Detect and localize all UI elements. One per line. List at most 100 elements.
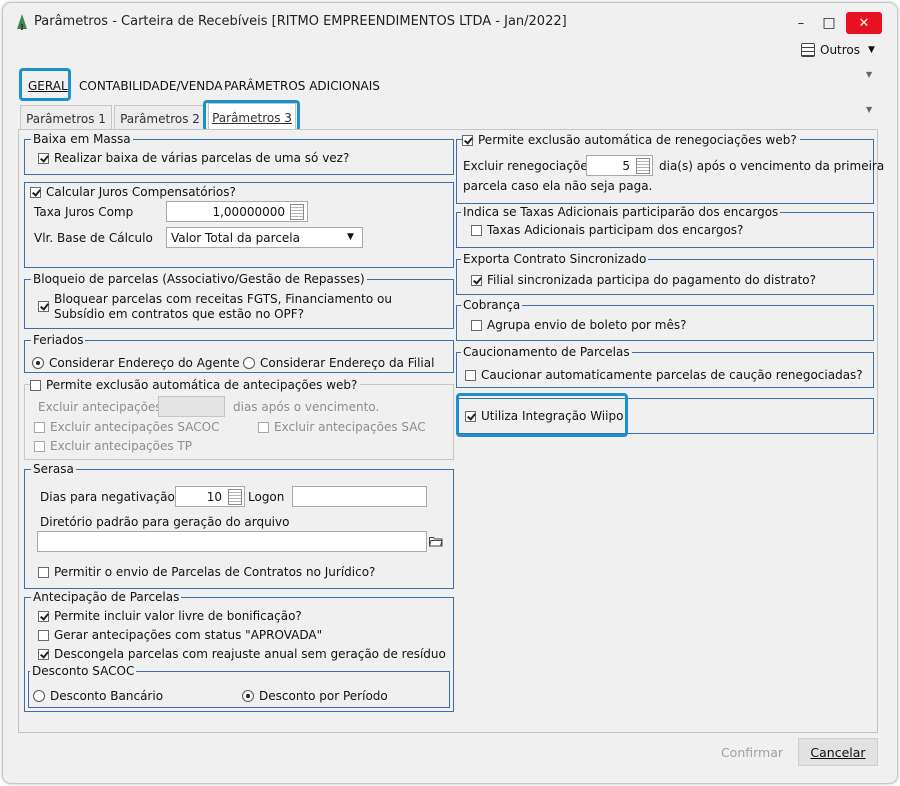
checkbox-label: Agrupa envio de boleto por mês? <box>487 318 687 332</box>
checkbox-label: Realizar baixa de várias parcelas de uma… <box>54 151 350 165</box>
checkbox-status-aprovada[interactable]: Gerar antecipações com status "APROVADA" <box>38 628 322 642</box>
outros-label: Outros <box>820 43 861 57</box>
radio-icon[interactable] <box>243 357 255 369</box>
logon-input[interactable] <box>292 486 427 507</box>
checkbox-icon[interactable] <box>258 421 269 433</box>
label-excluir-antecipacoes: Excluir antecipações <box>38 400 162 414</box>
checkbox-icon[interactable] <box>38 629 49 641</box>
checkbox-label: Taxas Adicionais participam dos encargos… <box>487 223 744 237</box>
checkbox-icon[interactable] <box>471 274 482 286</box>
checkbox-taxas-adicionais[interactable]: Taxas Adicionais participam dos encargos… <box>471 223 743 237</box>
close-button[interactable]: ✕ <box>846 12 882 34</box>
label-dias-apos-vencimento: dia(s) após o vencimento da primeira <box>659 159 885 173</box>
label-dias-negativacao: Dias para negativação <box>40 490 175 504</box>
radio-icon[interactable] <box>32 357 44 369</box>
checkbox-icon[interactable] <box>38 648 49 660</box>
group-title-serasa: Serasa <box>31 462 76 476</box>
checkbox-excluir-sac[interactable]: Excluir antecipações SAC <box>258 420 426 434</box>
checkbox-bloquear-parcelas[interactable]: Bloquear parcelas com receitas FGTS, Fin… <box>38 292 392 322</box>
tab-parametros-1[interactable]: Parâmetros 1 <box>20 105 112 131</box>
checkbox-label: Permite incluir valor livre de bonificaç… <box>54 609 302 623</box>
checkbox-excluir-sacoc[interactable]: Excluir antecipações SACOC <box>34 420 219 434</box>
collapse-arrow-icon[interactable]: ▼ <box>866 70 872 79</box>
label-base-calculo: Vlr. Base de Cálculo <box>34 231 153 245</box>
checkbox-label: Excluir antecipações SACOC <box>50 420 220 434</box>
taxa-juros-input[interactable]: 1,00000000 <box>166 201 308 222</box>
group-title-desconto-sacoc: Desconto SACOC <box>30 664 137 678</box>
checkbox-baixa-massa[interactable]: Realizar baixa de várias parcelas de uma… <box>38 151 349 165</box>
radio-endereco-agente[interactable]: Considerar Endereço do Agente <box>32 356 240 370</box>
checkbox-label-line2: Subsídio em contratos que estão no OPF? <box>54 307 305 321</box>
checkbox-label: Permitir o envio de Parcelas de Contrato… <box>54 565 376 579</box>
checkbox-icon[interactable] <box>30 379 41 391</box>
group-title-caucionamento: Caucionamento de Parcelas <box>461 345 632 359</box>
dropdown-arrow-icon[interactable]: ▼ <box>347 232 354 242</box>
tab-parametros-2[interactable]: Parâmetros 2 <box>114 105 206 131</box>
list-icon <box>801 43 815 57</box>
cancelar-button[interactable]: Cancelar <box>798 738 878 766</box>
calculator-icon[interactable] <box>636 158 650 174</box>
checkbox-icon[interactable] <box>471 224 482 236</box>
checkbox-agrupa-boleto[interactable]: Agrupa envio de boleto por mês? <box>471 318 686 332</box>
checkbox-icon[interactable] <box>462 134 473 146</box>
checkbox-label: Permite exclusão automática de renegocia… <box>478 133 797 147</box>
base-calculo-select[interactable]: Valor Total da parcela <box>166 227 363 248</box>
radio-icon[interactable] <box>242 690 254 702</box>
checkbox-icon[interactable] <box>465 369 476 381</box>
checkbox-exclusao-antecipacoes[interactable]: Permite exclusão automática de antecipaç… <box>30 378 361 392</box>
checkbox-filial-sincronizada[interactable]: Filial sincronizada participa do pagamen… <box>471 273 816 287</box>
label-logon: Logon <box>248 490 285 504</box>
checkbox-juros-compensatorios[interactable]: Calcular Juros Compensatórios? <box>30 185 239 199</box>
checkbox-label-line1: Bloquear parcelas com receitas FGTS, Fin… <box>54 292 392 306</box>
checkbox-descongela-parcelas[interactable]: Descongela parcelas com reajuste anual s… <box>38 647 446 661</box>
outros-menu-button[interactable]: Outros ▼ <box>801 43 875 57</box>
checkbox-label: Caucionar automaticamente parcelas de ca… <box>481 368 863 382</box>
checkbox-icon[interactable] <box>471 319 482 331</box>
window-title: Parâmetros - Carteira de Recebíveis [RIT… <box>34 14 567 29</box>
checkbox-label: Descongela parcelas com reajuste anual s… <box>54 647 446 661</box>
confirmar-button[interactable]: Confirmar <box>716 738 788 766</box>
radio-icon[interactable] <box>33 690 45 702</box>
group-title-exporta: Exporta Contrato Sincronizado <box>461 252 649 266</box>
tab-parametros-adicionais[interactable]: PARÂMETROS ADICIONAIS <box>224 79 380 93</box>
caret-down-icon: ▼ <box>868 45 875 55</box>
radio-label: Desconto por Período <box>259 689 388 703</box>
calculator-icon[interactable] <box>228 489 242 505</box>
label-taxa-juros: Taxa Juros Comp <box>34 205 134 219</box>
checkbox-exclusao-renegociacoes[interactable]: Permite exclusão automática de renegocia… <box>462 133 800 147</box>
group-title-taxas: Indica se Taxas Adicionais participarão … <box>461 205 781 219</box>
cancelar-label: Cancelar <box>810 744 866 760</box>
radio-label: Considerar Endereço da Filial <box>260 356 435 370</box>
diretorio-input[interactable] <box>37 531 427 552</box>
radio-desconto-periodo[interactable]: Desconto por Período <box>242 689 388 703</box>
checkbox-icon[interactable] <box>38 301 49 312</box>
checkbox-icon[interactable] <box>34 421 45 433</box>
collapse-arrow-icon-2[interactable]: ▼ <box>866 105 872 114</box>
checkbox-label: Excluir antecipações SAC <box>274 420 426 434</box>
maximize-button[interactable]: □ <box>818 12 840 34</box>
radio-endereco-filial[interactable]: Considerar Endereço da Filial <box>243 356 434 370</box>
calculator-icon[interactable] <box>290 204 304 220</box>
checkbox-icon[interactable] <box>34 440 45 452</box>
checkbox-caucionar-parcelas[interactable]: Caucionar automaticamente parcelas de ca… <box>465 368 863 382</box>
checkbox-icon[interactable] <box>38 610 49 622</box>
tab-contabilidade-venda[interactable]: CONTABILIDADE/VENDA <box>79 79 223 93</box>
radio-label: Considerar Endereço do Agente <box>49 356 240 370</box>
select-value: Valor Total da parcela <box>171 230 300 245</box>
radio-desconto-bancario[interactable]: Desconto Bancário <box>33 689 163 703</box>
minimize-button[interactable]: – <box>790 12 812 34</box>
folder-icon[interactable] <box>428 536 443 550</box>
group-title-feriados: Feriados <box>31 333 86 347</box>
checkbox-valor-livre[interactable]: Permite incluir valor livre de bonificaç… <box>38 609 302 623</box>
checkbox-excluir-tp[interactable]: Excluir antecipações TP <box>34 439 192 453</box>
label-excluir-renegociacoes: Excluir renegociações <box>463 159 594 173</box>
excluir-antecipacoes-input[interactable] <box>158 396 225 417</box>
confirmar-label: Confirmar <box>720 744 784 760</box>
checkbox-icon[interactable] <box>38 152 49 164</box>
checkbox-label: Permite exclusão automática de antecipaç… <box>46 378 358 392</box>
checkbox-icon[interactable] <box>38 566 49 578</box>
group-title-baixa: Baixa em Massa <box>31 132 133 146</box>
checkbox-parcelas-juridico[interactable]: Permitir o envio de Parcelas de Contrato… <box>38 565 375 579</box>
highlight-geral <box>19 68 71 101</box>
checkbox-icon[interactable] <box>30 186 41 198</box>
